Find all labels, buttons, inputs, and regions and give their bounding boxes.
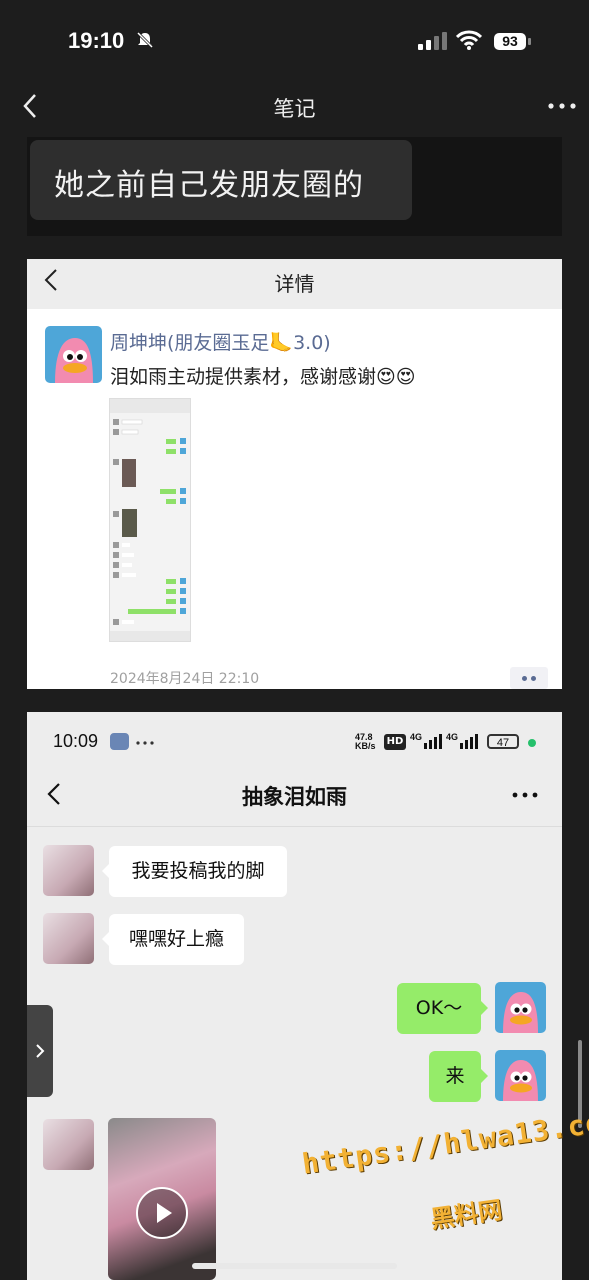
contact-avatar <box>43 1119 94 1170</box>
moments-author-name: 周坤坤(朋友圈玉足🦶3.0) <box>110 332 331 354</box>
contact-avatar <box>43 913 94 964</box>
wrench-icon <box>110 733 129 750</box>
page-title: 笔记 <box>273 97 316 121</box>
self-avatar <box>495 982 546 1033</box>
thumbnail-image <box>110 399 190 641</box>
status-more-icon <box>136 741 154 745</box>
chat-more-icon <box>512 792 538 798</box>
bubble-tail <box>102 864 109 878</box>
duck-avatar-icon <box>503 1060 538 1101</box>
moments-screenshot <box>27 259 562 689</box>
svg-text:4G: 4G <box>446 732 458 742</box>
more-options-icon[interactable] <box>548 103 576 109</box>
dual-signal-icon: 4G 4G <box>410 732 478 749</box>
chat-status-time: 10:09 <box>53 731 99 751</box>
message-bubble: OK～ <box>397 983 481 1034</box>
chevron-right-icon <box>36 1044 45 1058</box>
note-text: 她之前自己发朋友圈的 <box>54 168 364 203</box>
message-bubble: 嘿嘿好上瘾 <box>109 914 244 965</box>
svg-text:4G: 4G <box>410 732 422 742</box>
moments-date: 2024年8月24日 22:10 <box>110 671 260 687</box>
message-bubble: 我要投稿我的脚 <box>109 846 287 897</box>
contact-avatar <box>43 845 94 896</box>
side-expand-tab[interactable] <box>27 1005 53 1097</box>
network-speed-unit: KB/s <box>355 741 376 751</box>
home-indicator[interactable] <box>192 1263 397 1269</box>
duck-avatar-icon <box>55 338 93 383</box>
network-speed: 47.8 KB/s <box>355 733 376 751</box>
play-button[interactable] <box>136 1187 188 1239</box>
bubble-tail <box>102 932 109 946</box>
battery-level: 93 <box>494 33 526 50</box>
status-time: 19:10 <box>68 28 125 53</box>
bubble-tail <box>481 1069 488 1083</box>
chat-battery: 47 <box>487 734 519 749</box>
duck-avatar <box>45 326 102 383</box>
bubble-tail <box>481 1001 488 1015</box>
moments-description: 泪如雨主动提供素材，感谢感谢😍😍 <box>110 366 416 388</box>
wifi-icon <box>456 30 482 50</box>
message-bubble: 来 <box>429 1051 481 1102</box>
chat-title: 抽象泪如雨 <box>242 785 347 809</box>
duck-avatar-icon <box>503 992 538 1033</box>
cellular-signal-icon <box>418 32 447 50</box>
hd-badge: HD <box>384 734 406 750</box>
moments-title: 详情 <box>274 272 315 296</box>
battery-tip <box>528 38 531 45</box>
moments-comment-button[interactable] <box>510 667 548 689</box>
green-indicator <box>528 739 536 747</box>
play-icon <box>157 1203 172 1223</box>
self-avatar <box>495 1050 546 1101</box>
bell-muted-icon <box>136 31 154 49</box>
chat-screenshot-thumbnail <box>109 398 191 642</box>
chat-header-divider <box>27 826 562 827</box>
